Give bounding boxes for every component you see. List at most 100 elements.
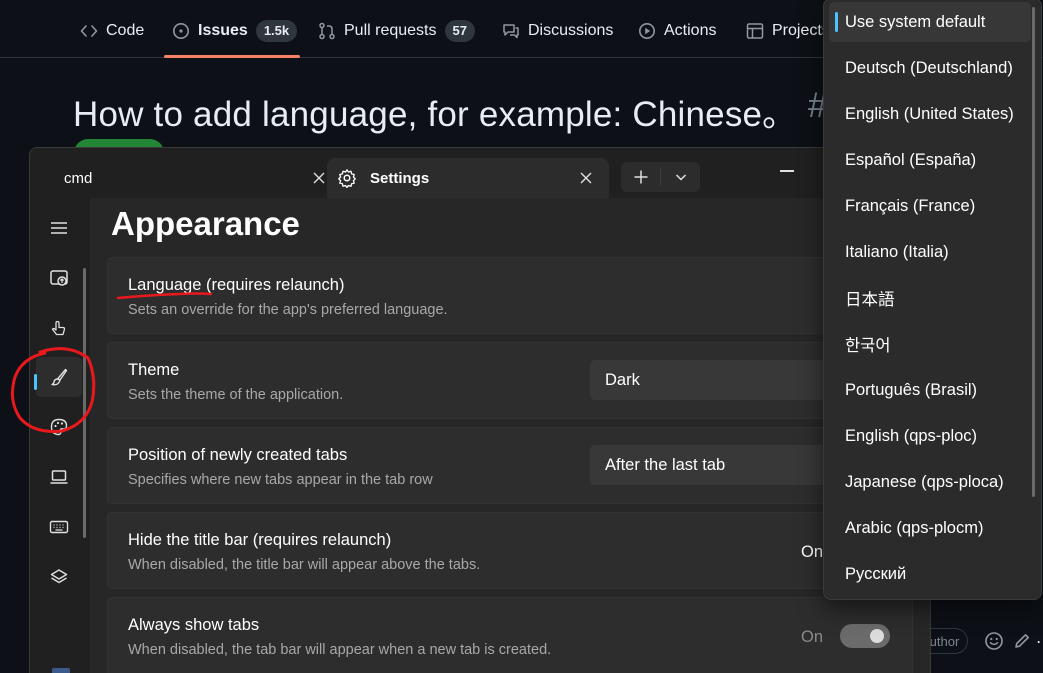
tab-cmd[interactable]: cmd [48,158,326,198]
language-option[interactable]: Use system default [829,2,1031,42]
tab-discussions[interactable]: Discussions [502,14,613,48]
language-option-label: 日本語 [845,291,895,309]
nav-appearance[interactable] [36,357,82,397]
language-option[interactable]: Русский [829,554,1031,594]
language-option-label: Italiano (Italia) [845,242,949,261]
tab-cmd-label: cmd [64,169,93,187]
nav-profiles[interactable] [36,557,82,597]
language-option-label: Français (France) [845,196,976,215]
tab-projects[interactable]: Projects [746,14,830,48]
minimize-button[interactable] [780,170,794,172]
tab-code-label: Code [106,22,145,39]
setting-language-title: Language (requires relaunch) [128,276,345,294]
nav-interaction[interactable] [36,308,82,348]
terminal-window: cmd Settings Appearance Language (requir… [29,147,931,673]
close-icon[interactable] [312,171,326,185]
dropdown-scrollbar[interactable] [1032,7,1035,497]
keyboard-icon [49,520,69,534]
issue-opened-icon [172,22,190,40]
language-dropdown: Use system default Deutsch (Deutschland)… [823,0,1042,600]
gear-icon [338,169,356,188]
language-option-label: Português (Brasil) [845,380,978,399]
nav-startup[interactable] [36,258,82,298]
nav-menu-button[interactable] [36,208,82,248]
tab-issues[interactable]: Issues 1.5k [172,14,298,48]
pencil-icon[interactable] [1012,631,1032,651]
always-show-tabs-state: On [801,628,824,646]
language-option-label: English (United States) [845,104,1014,123]
language-option[interactable]: 한국어 [829,324,1031,364]
tab-pull-requests[interactable]: Pull requests 57 [318,14,475,48]
kebab-icon[interactable]: ⋯ [1036,632,1043,652]
smiley-icon[interactable] [984,631,1004,651]
active-tab-underline [164,55,300,58]
language-option-label: Deutsch (Deutschland) [845,58,1013,77]
plus-icon [634,170,647,184]
language-option-label: Español (España) [845,150,977,169]
language-option-label: 한국어 [845,337,891,355]
language-option[interactable]: Deutsch (Deutschland) [829,48,1031,88]
paintbrush-icon [51,368,68,386]
setting-theme-desc: Sets the theme of the application. [128,387,344,403]
tab-discussions-label: Discussions [528,22,614,39]
language-option-label: Русский [845,564,907,583]
setting-theme: Theme Sets the theme of the application.… [107,342,913,419]
tab-settings[interactable]: Settings [327,158,609,198]
tab-actions-label: Actions [664,22,717,39]
close-icon[interactable] [579,171,593,185]
setting-always-show-tabs-desc: When disabled, the tab bar will appear w… [128,642,552,658]
always-show-tabs-toggle[interactable] [840,624,890,648]
new-tab-dropdown-button[interactable] [661,162,700,192]
language-option[interactable]: Japanese (qps-ploca) [829,462,1031,502]
laptop-icon [50,470,68,484]
toggle-knob [870,629,884,643]
setting-tab-position: Position of newly created tabs Specifies… [107,427,913,504]
nav-color-schemes[interactable] [36,407,82,447]
pulls-count-badge: 57 [444,20,475,42]
nav-actions[interactable] [36,507,82,547]
setting-tab-position-title: Position of newly created tabs [128,446,348,464]
setting-language[interactable]: Language (requires relaunch) Sets an ove… [107,257,913,334]
new-tab-button[interactable] [621,162,660,192]
language-option[interactable]: Español (España) [829,140,1031,180]
language-option-label: Use system default [845,12,986,31]
language-option[interactable]: English (qps-ploc) [829,416,1031,456]
terminal-tab-bar: cmd Settings [30,148,930,198]
tab-issues-label: Issues [198,22,248,39]
screenshot-root: Code Issues 1.5k Pull requests 57 Discus… [0,0,1043,673]
startup-icon [50,270,68,286]
interaction-icon [51,320,66,336]
nav-scrollbar[interactable] [83,268,86,538]
language-option-label: English (qps-ploc) [845,426,978,445]
open-json-icon[interactable] [52,668,70,673]
language-option[interactable]: 日本語 [829,278,1031,318]
language-option-label: Japanese (qps-ploca) [845,472,1004,491]
nav-selection-indicator [34,374,37,390]
language-option[interactable]: Português (Brasil) [829,370,1031,410]
tab-actions[interactable]: Actions [638,14,716,48]
language-option[interactable]: Arabic (qps-plocm) [829,508,1031,548]
hide-title-bar-state: On [801,543,824,561]
theme-combobox[interactable]: Dark [590,360,830,400]
setting-hide-title-bar-title: Hide the title bar (requires relaunch) [128,531,392,549]
tab-settings-label: Settings [370,169,430,187]
setting-always-show-tabs-title: Always show tabs [128,616,260,634]
tab-position-combobox[interactable]: After the last tab [590,445,830,485]
settings-body: Appearance Language (requires relaunch) … [30,198,930,673]
discussions-icon [502,22,520,40]
issue-title: How to add language, for example: Chines… [73,95,798,134]
language-option[interactable]: Italiano (Italia) [829,232,1031,272]
setting-theme-title: Theme [128,361,180,379]
language-option[interactable]: Français (France) [829,186,1031,226]
page-title: Appearance [111,205,300,242]
tab-pull-requests-label: Pull requests [344,22,437,39]
language-option[interactable]: English (United States) [829,94,1031,134]
tab-projects-label: Projects [772,22,830,39]
tab-code[interactable]: Code [80,14,144,48]
play-icon [638,22,656,40]
chevron-down-icon [675,174,686,181]
layers-icon [50,569,68,584]
nav-rendering[interactable] [36,457,82,497]
setting-hide-title-bar: Hide the title bar (requires relaunch) W… [107,512,913,589]
setting-hide-title-bar-desc: When disabled, the title bar will appear… [128,557,481,573]
